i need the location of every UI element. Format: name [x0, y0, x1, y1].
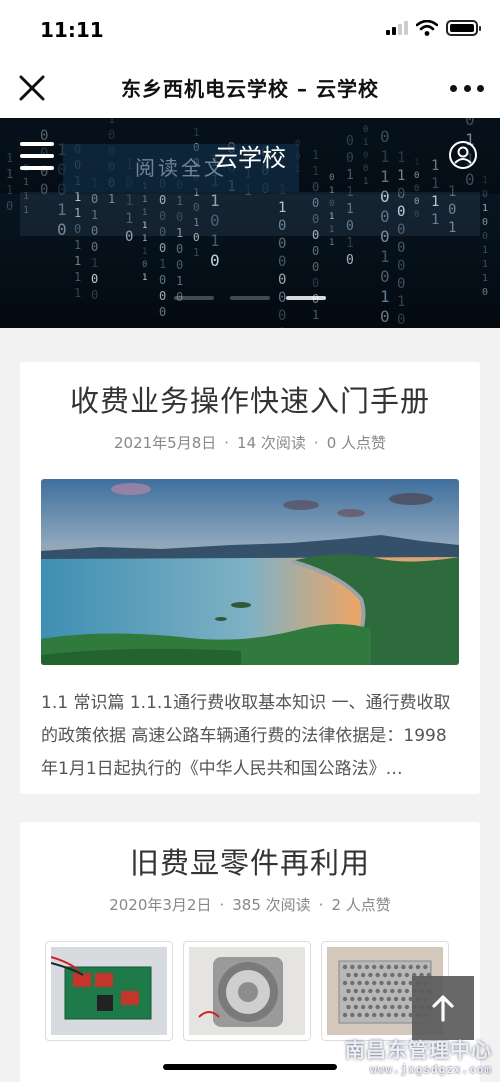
- svg-text:0: 0: [91, 240, 98, 254]
- svg-text:1: 1: [91, 256, 98, 270]
- svg-text:1: 1: [142, 247, 147, 257]
- svg-text:0: 0: [210, 251, 220, 270]
- svg-text:0: 0: [159, 273, 166, 287]
- svg-text:1: 1: [142, 273, 147, 283]
- article-reads: 14 次阅读: [237, 434, 306, 452]
- svg-text:0: 0: [312, 244, 319, 258]
- svg-text:0: 0: [159, 305, 166, 319]
- svg-text:0: 0: [397, 276, 405, 292]
- carousel-indicators: [0, 296, 500, 300]
- article-meta: 2021年5月8日 · 14 次阅读 · 0 人点赞: [20, 432, 480, 453]
- svg-text:0: 0: [91, 272, 98, 286]
- svg-text:0: 0: [397, 258, 405, 274]
- svg-text:0: 0: [482, 217, 488, 228]
- nav-bar: 东乡西机电云学校 – 云学校: [0, 56, 500, 118]
- status-time: 11:11: [40, 18, 104, 42]
- watermark-en: www.jxgsdgzx.com: [370, 1063, 492, 1076]
- home-indicator[interactable]: [163, 1064, 337, 1070]
- svg-text:1: 1: [176, 274, 183, 288]
- article-date: 2020年3月2日: [109, 896, 212, 914]
- wifi-icon: [416, 20, 438, 36]
- banner-strip: [20, 192, 480, 236]
- article-reads: 385 次阅读: [232, 896, 311, 914]
- meta-separator: ·: [318, 895, 324, 914]
- svg-text:0: 0: [278, 308, 286, 324]
- thumbnail-speaker[interactable]: [183, 941, 311, 1041]
- svg-text:1: 1: [74, 254, 81, 268]
- status-bar: 11:11: [0, 0, 500, 56]
- meta-separator: ·: [219, 895, 225, 914]
- svg-text:0: 0: [278, 272, 286, 288]
- meta-separator: ·: [313, 433, 319, 452]
- article-excerpt: 1.1 常识篇 1.1.1通行费收取基本知识 一、通行费收取的政策依据 高速公路…: [41, 693, 451, 779]
- watermark-cn: 南昌东管理中心: [345, 1038, 492, 1062]
- svg-text:0: 0: [159, 241, 166, 255]
- svg-text:0: 0: [6, 199, 13, 213]
- status-icons: [386, 20, 481, 36]
- circuit-board-image: [51, 947, 167, 1035]
- speaker-image: [189, 947, 305, 1035]
- svg-text:1: 1: [482, 203, 488, 214]
- page-title: 东乡西机电云学校 – 云学校: [121, 76, 379, 101]
- battery-icon: [446, 20, 481, 36]
- user-icon[interactable]: [448, 140, 478, 170]
- svg-text:0: 0: [380, 267, 390, 286]
- article-likes: 2 人点赞: [331, 896, 391, 914]
- article-card[interactable]: 收费业务操作快速入门手册 2021年5月8日 · 14 次阅读 · 0 人点赞: [20, 362, 480, 794]
- svg-text:0: 0: [312, 260, 319, 274]
- svg-text:0: 0: [312, 276, 319, 290]
- svg-text:0: 0: [142, 260, 147, 270]
- svg-text:0: 0: [278, 236, 286, 252]
- svg-text:1: 1: [159, 257, 166, 271]
- svg-text:0: 0: [278, 254, 286, 270]
- article-cover-image[interactable]: [41, 479, 459, 665]
- carousel-dot-2[interactable]: [230, 296, 270, 300]
- svg-text:0: 0: [397, 240, 405, 256]
- svg-text:1: 1: [482, 259, 488, 270]
- svg-text:0: 0: [482, 231, 488, 242]
- svg-text:0: 0: [380, 307, 390, 326]
- carousel-dot-1[interactable]: [174, 296, 214, 300]
- article-title[interactable]: 收费业务操作快速入门手册: [20, 362, 480, 420]
- cellular-signal-icon: [386, 21, 408, 35]
- svg-text:0: 0: [278, 326, 286, 328]
- thumbnail-circuit-board[interactable]: [45, 941, 173, 1041]
- svg-text:1: 1: [346, 236, 354, 251]
- svg-text:1: 1: [482, 245, 488, 256]
- meta-separator: ·: [224, 433, 230, 452]
- lake-sunset-image: [41, 479, 459, 665]
- svg-text:1: 1: [74, 270, 81, 284]
- svg-text:1: 1: [380, 247, 390, 266]
- svg-text:1: 1: [312, 308, 319, 322]
- article-meta: 2020年3月2日 · 385 次阅读 · 2 人点赞: [20, 894, 480, 915]
- svg-text:0: 0: [176, 242, 183, 256]
- banner-title: 云学校: [214, 144, 286, 172]
- banner-carousel[interactable]: 1110011100001001000111011111010010010000…: [0, 118, 500, 328]
- close-icon[interactable]: [16, 72, 48, 104]
- article-title[interactable]: 旧费显零件再利用: [20, 822, 480, 882]
- svg-text:1: 1: [193, 246, 200, 259]
- watermark: 南昌东管理中心 www.jxgsdgzx.com: [345, 1034, 492, 1076]
- article-thumbnails: [45, 941, 455, 1041]
- article-date: 2021年5月8日: [114, 434, 217, 452]
- svg-text:1: 1: [74, 238, 81, 252]
- carousel-dot-3[interactable]: [286, 296, 326, 300]
- arrow-up-icon: [432, 995, 454, 1022]
- back-to-top-button[interactable]: [412, 976, 474, 1040]
- svg-text:1: 1: [329, 238, 334, 248]
- svg-text:0: 0: [397, 312, 405, 328]
- svg-text:1: 1: [482, 273, 488, 284]
- more-options-icon[interactable]: [450, 72, 484, 104]
- article-likes: 0 人点赞: [326, 434, 386, 452]
- svg-text:0: 0: [346, 253, 354, 268]
- svg-text:0: 0: [176, 258, 183, 272]
